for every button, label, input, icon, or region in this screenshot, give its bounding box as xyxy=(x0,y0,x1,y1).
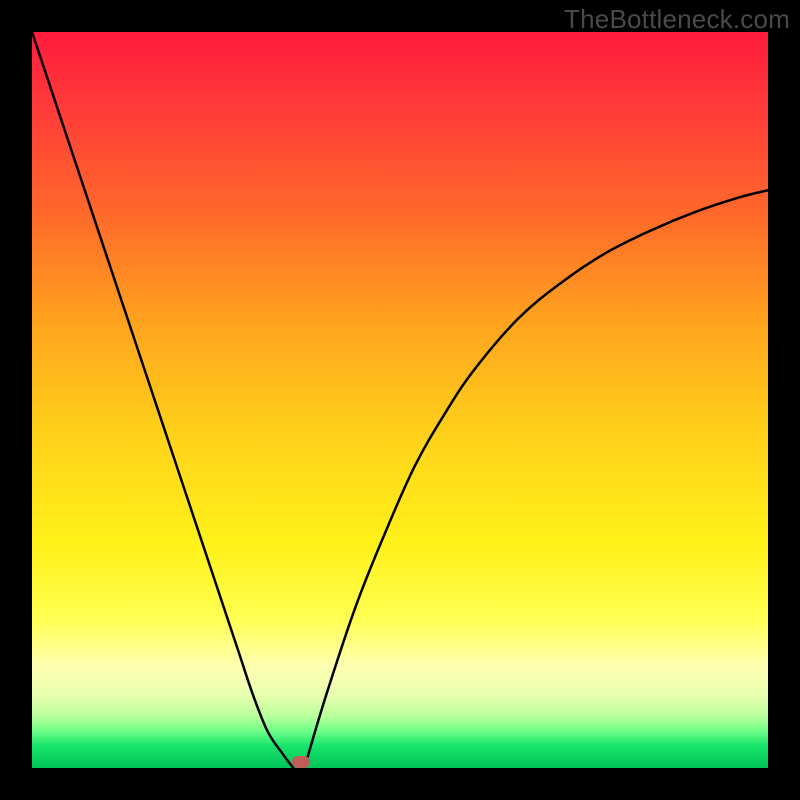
curve-left xyxy=(32,32,293,768)
watermark-text: TheBottleneck.com xyxy=(564,4,790,35)
plot-area xyxy=(32,32,768,768)
curve-svg xyxy=(32,32,768,768)
minimum-marker xyxy=(292,756,310,768)
curve-right xyxy=(304,190,768,768)
chart-frame: TheBottleneck.com xyxy=(0,0,800,800)
